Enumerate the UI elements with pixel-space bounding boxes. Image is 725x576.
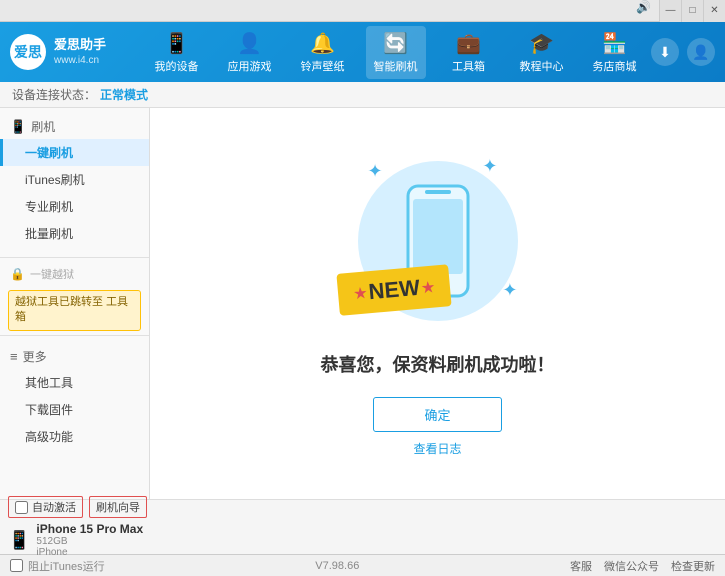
sidebar-more-section: ≡ 更多 其他工具 下载固件 高级功能	[0, 340, 149, 454]
device-controls: 自动激活 刷机向导	[8, 496, 147, 518]
device-name: iPhone 15 Pro Max	[36, 522, 143, 536]
nav-toolbox[interactable]: 💼 工具箱	[439, 26, 499, 79]
device-icon: 📱	[164, 31, 189, 56]
sidebar: 📱 刷机 一键刷机 iTunes刷机 专业刷机 批量刷机 🔒 一键越狱 越狱工具…	[0, 108, 150, 499]
apps-icon: 👤	[237, 31, 262, 56]
device-info: 📱 iPhone 15 Pro Max 512GB iPhone	[8, 522, 147, 558]
statusbar: 设备连接状态： 正常模式	[0, 82, 725, 108]
footer-links: 客服 微信公众号 检查更新	[570, 558, 715, 574]
tutorials-icon: 🎓	[529, 31, 554, 56]
nav-my-device[interactable]: 📱 我的设备	[147, 26, 207, 79]
nav-ringtones[interactable]: 🔔 铃声壁纸	[293, 26, 353, 79]
device-details: iPhone 15 Pro Max 512GB iPhone	[36, 522, 143, 558]
itunes-label: 阻止iTunes运行	[28, 558, 105, 574]
more-icon: ≡	[10, 349, 18, 364]
statusbar-label: 设备连接状态：	[12, 86, 96, 103]
content-area: ✦ ✦ ✦ ★ NEW ★	[150, 108, 725, 499]
logo-text: 爱思助手 www.i4.cn	[54, 36, 106, 68]
sidebar-flash-header: 📱 刷机	[0, 114, 149, 139]
flash-section-icon: 📱	[10, 119, 26, 135]
ringtone-icon: 🔔	[310, 31, 335, 56]
sidebar-item-download-fw[interactable]: 下载固件	[0, 396, 149, 423]
footer-link-update[interactable]: 检查更新	[671, 558, 715, 574]
nav-bar: 📱 我的设备 👤 应用游戏 🔔 铃声壁纸 🔄 智能刷机 💼 工具箱 🎓 教程中心…	[140, 26, 651, 79]
auto-activate-checkbox[interactable]	[15, 501, 28, 514]
sparkle-icon-2: ✦	[482, 156, 497, 177]
sidebar-divider-1	[0, 257, 149, 258]
nav-services[interactable]: 🏪 务店商城	[585, 26, 645, 79]
nav-smart-flash[interactable]: 🔄 智能刷机	[366, 26, 426, 79]
nav-apps-games[interactable]: 👤 应用游戏	[220, 26, 280, 79]
footer-left: 阻止iTunes运行	[10, 558, 105, 574]
sidebar-notice: 越狱工具已跳转至 工具箱	[8, 290, 141, 331]
device-storage: 512GB	[36, 536, 143, 547]
version: V7.98.66	[315, 560, 359, 572]
minimize-button[interactable]: —	[659, 0, 681, 22]
success-message: 恭喜您，保资料刷机成功啦！	[321, 351, 555, 377]
auto-activate-label[interactable]: 自动激活	[8, 496, 83, 518]
logo-url: www.i4.cn	[54, 54, 106, 68]
guide-label[interactable]: 刷机向导	[89, 496, 147, 518]
new-badge: ★ NEW ★	[336, 264, 452, 316]
header-right: ⬇ 👤	[651, 38, 715, 66]
download-btn[interactable]: ⬇	[651, 38, 679, 66]
header: 爱思 爱思助手 www.i4.cn 📱 我的设备 👤 应用游戏 🔔 铃声壁纸 🔄…	[0, 22, 725, 82]
success-illustration: ✦ ✦ ✦ ★ NEW ★	[348, 151, 528, 331]
sidebar-item-onekey-flash[interactable]: 一键刷机	[0, 139, 149, 166]
confirm-button[interactable]: 确定	[373, 397, 501, 432]
sidebar-item-pro-flash[interactable]: 专业刷机	[0, 193, 149, 220]
sidebar-more-header: ≡ 更多	[0, 344, 149, 369]
nav-tutorials[interactable]: 🎓 教程中心	[512, 26, 572, 79]
toolbox-icon: 💼	[456, 31, 481, 56]
flash-icon: 🔄	[383, 31, 408, 56]
close-button[interactable]: ✕	[703, 0, 725, 22]
sidebar-flash-section: 📱 刷机 一键刷机 iTunes刷机 专业刷机 批量刷机	[0, 108, 149, 253]
device-bar-left: 自动激活 刷机向导 📱 iPhone 15 Pro Max 512GB iPho…	[8, 496, 147, 558]
lock-icon: 🔒	[10, 267, 25, 281]
device-type: iPhone	[36, 547, 143, 558]
logo-name: 爱思助手	[54, 36, 106, 54]
sidebar-flash-label: 刷机	[31, 118, 55, 135]
itunes-checkbox[interactable]	[10, 559, 23, 572]
footer-link-support[interactable]: 客服	[570, 558, 592, 574]
window-controls: 🔊 — □ ✕	[628, 0, 725, 22]
main-layout: 📱 刷机 一键刷机 iTunes刷机 专业刷机 批量刷机 🔒 一键越狱 越狱工具…	[0, 108, 725, 499]
phone-container: ✦ ✦ ✦ ★ NEW ★	[348, 151, 528, 331]
sidebar-item-itunes-flash[interactable]: iTunes刷机	[0, 166, 149, 193]
sidebar-divider-2	[0, 335, 149, 336]
footer-link-wechat[interactable]: 微信公众号	[604, 558, 659, 574]
sidebar-item-batch-flash[interactable]: 批量刷机	[0, 220, 149, 247]
new-badge-text: NEW	[367, 274, 420, 304]
sparkle-icon-3: ✦	[502, 280, 517, 301]
sparkle-icon-1: ✦	[368, 161, 383, 182]
maximize-button[interactable]: □	[681, 0, 703, 22]
logo-circle: 爱思	[10, 34, 46, 70]
user-btn[interactable]: 👤	[687, 38, 715, 66]
sidebar-item-other-tools[interactable]: 其他工具	[0, 369, 149, 396]
logo: 爱思 爱思助手 www.i4.cn	[10, 34, 120, 70]
statusbar-value: 正常模式	[100, 86, 148, 103]
speaker-icon: 🔊	[628, 0, 659, 22]
view-log-link[interactable]: 查看日志	[413, 440, 461, 457]
services-icon: 🏪	[602, 31, 627, 56]
iphone-icon: 📱	[8, 530, 30, 551]
logo-icon: 爱思	[14, 42, 42, 62]
sidebar-item-advanced[interactable]: 高级功能	[0, 423, 149, 450]
sidebar-disabled-jailbreak: 🔒 一键越狱	[0, 262, 149, 286]
